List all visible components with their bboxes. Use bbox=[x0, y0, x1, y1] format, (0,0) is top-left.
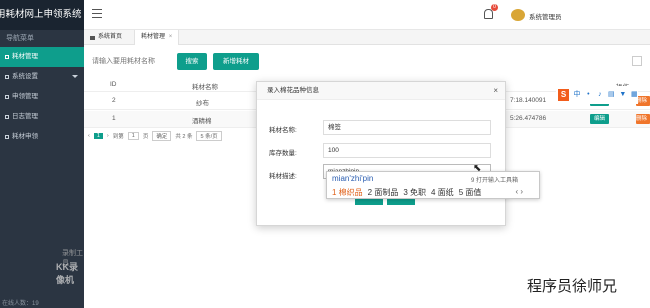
sidebar: 用耗材网上申领系统 导航菜单 耗材管理 系统设置 申领管理 日志管理 耗材申领 … bbox=[0, 0, 84, 308]
cell-name: 纱布 bbox=[196, 100, 209, 107]
name-label: 耗材名称: bbox=[269, 127, 297, 134]
top-bar bbox=[84, 0, 650, 30]
bell-icon[interactable] bbox=[484, 9, 493, 19]
sidebar-item-settings[interactable]: 系统设置 bbox=[0, 67, 84, 87]
log-icon bbox=[5, 115, 9, 119]
goto-page-input[interactable]: 1 bbox=[127, 132, 139, 140]
list-icon bbox=[5, 95, 9, 99]
tab-current-label: 耗材管理 bbox=[141, 34, 166, 40]
name-field[interactable]: 棉签 bbox=[323, 120, 491, 135]
tab-bar: 系统首页 耗材管理 × bbox=[84, 30, 650, 45]
nav-header-label: 导航菜单 bbox=[6, 35, 34, 42]
next-page-button[interactable]: › bbox=[107, 133, 109, 139]
sidebar-item-label: 耗材申领 bbox=[12, 133, 38, 140]
cell-time: 5:26.474786 bbox=[510, 115, 547, 122]
menu-icon bbox=[5, 55, 9, 59]
sidebar-item-label: 申领管理 bbox=[12, 93, 38, 100]
watermark-recorder: KK录像机 bbox=[56, 262, 78, 285]
columns-icon[interactable] bbox=[632, 56, 642, 66]
close-icon[interactable]: × bbox=[493, 82, 498, 100]
sidebar-item-label: 耗材管理 bbox=[12, 53, 38, 60]
lang-toggle[interactable]: 中 bbox=[573, 91, 580, 99]
cancel-button[interactable] bbox=[387, 199, 415, 205]
home-icon bbox=[90, 35, 95, 40]
col-id: ID bbox=[110, 81, 117, 88]
page-number[interactable]: 1 bbox=[93, 133, 103, 139]
close-icon[interactable]: × bbox=[169, 34, 173, 40]
sidebar-item-logs[interactable]: 日志管理 bbox=[0, 107, 84, 127]
sogou-logo-icon[interactable]: S bbox=[558, 89, 570, 101]
ime-pinyin: mian'zhi'pin bbox=[332, 174, 374, 183]
online-count: 在线人数：19 bbox=[2, 301, 39, 307]
sidebar-item-label: 系统设置 bbox=[12, 73, 38, 80]
avatar[interactable] bbox=[511, 9, 525, 21]
ime-candidate[interactable]: 2 面制品 bbox=[368, 187, 399, 198]
ime-toolbar: S 中 • ♪ ▤ ▼ ▦ bbox=[556, 86, 638, 104]
apply-icon bbox=[5, 135, 9, 139]
ime-candidate[interactable]: 4 面纸 bbox=[431, 187, 454, 198]
dialog-header: 录入棉花品种信息 × bbox=[257, 82, 505, 100]
confirm-button[interactable] bbox=[355, 199, 383, 205]
chevron-down-icon bbox=[72, 75, 78, 78]
stock-label: 库存数量: bbox=[269, 150, 297, 157]
ime-candidates: 1 棉织品 2 面制品 3 免职 4 面纸 5 面值 bbox=[332, 187, 481, 198]
col-name: 耗材名称 bbox=[192, 84, 218, 91]
cell-id: 1 bbox=[112, 115, 116, 122]
delete-button[interactable]: 删除 bbox=[636, 114, 650, 124]
add-consumable-button[interactable]: 新增耗材 bbox=[213, 53, 259, 70]
entry-dialog: 录入棉花品种信息 × 耗材名称: 棉签 库存数量: 100 耗材描述: mian… bbox=[256, 81, 506, 226]
pagination: ‹ 1 › 到第 1 页 确定 共 2 条 5 条/页 bbox=[88, 131, 222, 141]
search-input[interactable] bbox=[92, 53, 172, 70]
nav-header: 导航菜单 bbox=[0, 30, 84, 47]
cell-name: 酒精棉 bbox=[192, 118, 212, 125]
tab-home[interactable]: 系统首页 bbox=[90, 30, 122, 45]
ime-page-arrows[interactable]: ‹ › bbox=[515, 187, 523, 196]
ime-candidate[interactable]: 1 棉织品 bbox=[332, 187, 363, 198]
user-name[interactable]: 系统管理员 bbox=[529, 11, 562, 21]
ime-candidate-window: mian'zhi'pin 9 打开输入工具箱 1 棉织品 2 面制品 3 免职 … bbox=[326, 171, 540, 199]
cell-id: 2 bbox=[112, 97, 116, 104]
search-button[interactable]: 搜索 bbox=[177, 53, 207, 70]
goto-label: 到第 bbox=[112, 134, 124, 140]
sidebar-item-applications[interactable]: 申领管理 bbox=[0, 87, 84, 107]
ime-candidate[interactable]: 5 面值 bbox=[459, 187, 482, 198]
author-signature: 程序员徐师兄 bbox=[527, 277, 618, 295]
delete-button[interactable]: 删除 bbox=[636, 96, 650, 106]
sidebar-item-label: 日志管理 bbox=[12, 113, 38, 120]
page-unit: 页 bbox=[142, 134, 149, 140]
notification-badge: 0 bbox=[491, 4, 498, 11]
edit-button[interactable]: 编辑 bbox=[590, 114, 610, 124]
keyboard-icon[interactable]: ▤ bbox=[608, 91, 615, 99]
description-label: 耗材描述: bbox=[269, 173, 297, 180]
total-count: 共 2 条 bbox=[175, 134, 193, 140]
goto-confirm-button[interactable]: 确定 bbox=[152, 131, 172, 141]
tab-home-label: 系统首页 bbox=[98, 34, 123, 40]
toolbox-icon[interactable]: ▦ bbox=[631, 91, 638, 99]
ime-toolbox-hint[interactable]: 9 打开输入工具箱 bbox=[471, 175, 518, 184]
microphone-icon[interactable]: ♪ bbox=[596, 91, 603, 99]
settings-icon bbox=[5, 75, 9, 79]
skin-icon[interactable]: ▼ bbox=[619, 91, 626, 99]
ime-candidate[interactable]: 3 免职 bbox=[403, 187, 426, 198]
page-size-select[interactable]: 5 条/页 bbox=[196, 131, 222, 141]
stock-field[interactable]: 100 bbox=[323, 143, 491, 158]
dialog-title: 录入棉花品种信息 bbox=[267, 87, 319, 94]
cell-time: 7:18.140091 bbox=[510, 97, 547, 104]
app-brand: 用耗材网上申领系统 bbox=[0, 0, 84, 30]
menu-toggle-icon[interactable] bbox=[92, 9, 102, 18]
mouse-cursor-icon: ⬉ bbox=[473, 163, 482, 174]
prev-page-button[interactable]: ‹ bbox=[88, 133, 90, 139]
sidebar-item-apply[interactable]: 耗材申领 bbox=[0, 127, 84, 147]
tab-consumables[interactable]: 耗材管理 × bbox=[134, 30, 180, 45]
punctuation-icon[interactable]: • bbox=[585, 91, 592, 99]
sidebar-item-consumables[interactable]: 耗材管理 bbox=[0, 47, 84, 67]
